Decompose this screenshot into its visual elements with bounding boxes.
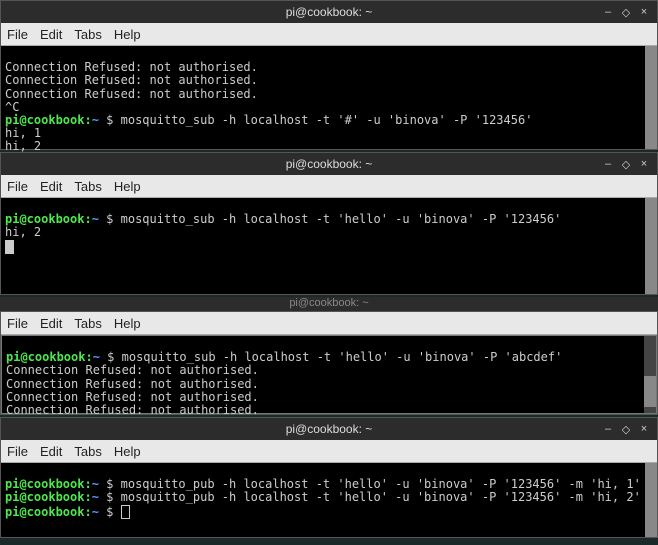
menu-tabs[interactable]: Tabs	[74, 444, 101, 459]
command: mosquitto_pub -h localhost -t 'hello' -u…	[121, 477, 641, 491]
command: mosquitto_pub -h localhost -t 'hello' -u…	[121, 490, 641, 504]
prompt-user: pi@cookbook:	[5, 113, 92, 127]
menu-help[interactable]: Help	[114, 27, 141, 42]
prompt-user: pi@cookbook:	[6, 350, 93, 364]
cursor	[121, 505, 130, 519]
menu-tabs[interactable]: Tabs	[74, 27, 101, 42]
prompt-path: ~	[92, 113, 99, 127]
prompt-path: ~	[92, 504, 99, 518]
menu-edit[interactable]: Edit	[40, 316, 62, 331]
cursor	[5, 240, 14, 254]
menu-tabs[interactable]: Tabs	[74, 316, 101, 331]
minimize-icon[interactable]: –	[601, 158, 615, 171]
menu-file[interactable]: File	[7, 316, 28, 331]
command: mosquitto_sub -h localhost -t 'hello' -u…	[122, 350, 563, 364]
terminal-output[interactable]: pi@cookbook:~ $ mosquitto_sub -h localho…	[1, 335, 657, 414]
prompt-dollar: $	[99, 113, 121, 127]
prompt-path: ~	[92, 212, 99, 226]
menu-edit[interactable]: Edit	[40, 27, 62, 42]
output-line: Connection Refused: not authorised.	[5, 60, 258, 74]
menu-file[interactable]: File	[7, 444, 28, 459]
prompt-dollar: $	[99, 212, 121, 226]
menu-edit[interactable]: Edit	[40, 179, 62, 194]
titlebar[interactable]: pi@cookbook: ~ – ◇ ×	[1, 153, 657, 175]
menubar: File Edit Tabs Help	[1, 175, 657, 198]
prompt-user: pi@cookbook:	[5, 490, 92, 504]
minimize-icon[interactable]: –	[601, 423, 615, 436]
command: mosquitto_sub -h localhost -t '#' -u 'bi…	[121, 113, 533, 127]
prompt-path: ~	[92, 477, 99, 491]
prompt-path: ~	[93, 350, 100, 364]
prompt-dollar: $	[99, 477, 121, 491]
titlebar[interactable]: pi@cookbook: ~ – ◇ ×	[1, 418, 657, 440]
output-line: Connection Refused: not authorised.	[6, 403, 259, 417]
output-line: Connection Refused: not authorised.	[5, 87, 258, 101]
menu-file[interactable]: File	[7, 27, 28, 42]
scrollbar[interactable]	[645, 463, 657, 537]
terminal-window-2: pi@cookbook: ~ – ◇ × File Edit Tabs Help…	[0, 152, 658, 295]
output-line: hi, 2	[5, 225, 41, 239]
terminal-output[interactable]: pi@cookbook:~ $ mosquitto_pub -h localho…	[1, 463, 657, 537]
terminal-output[interactable]: Connection Refused: not authorised. Conn…	[1, 46, 657, 149]
window-title: pi@cookbook: ~	[286, 5, 373, 19]
prompt-dollar: $	[100, 350, 122, 364]
maximize-icon[interactable]: ◇	[619, 423, 633, 436]
maximize-icon[interactable]: ◇	[619, 6, 633, 19]
prompt-user: pi@cookbook:	[5, 504, 92, 518]
close-icon[interactable]: ×	[637, 158, 651, 171]
maximize-icon[interactable]: ◇	[619, 158, 633, 171]
minimize-icon[interactable]: –	[601, 6, 615, 19]
terminal-window-4: pi@cookbook: ~ – ◇ × File Edit Tabs Help…	[0, 417, 658, 538]
close-icon[interactable]: ×	[637, 6, 651, 19]
output-line: Connection Refused: not authorised.	[5, 73, 258, 87]
menu-tabs[interactable]: Tabs	[74, 179, 101, 194]
prompt-user: pi@cookbook:	[5, 212, 92, 226]
menubar: File Edit Tabs Help	[1, 440, 657, 463]
menu-help[interactable]: Help	[114, 179, 141, 194]
menu-edit[interactable]: Edit	[40, 444, 62, 459]
prompt-path: ~	[92, 490, 99, 504]
partial-titlebar: pi@cookbook: ~	[0, 297, 658, 311]
output-line: Connection Refused: not authorised.	[6, 363, 259, 377]
close-icon[interactable]: ×	[637, 423, 651, 436]
menu-file[interactable]: File	[7, 179, 28, 194]
output-line: Connection Refused: not authorised.	[6, 390, 259, 404]
command: mosquitto_sub -h localhost -t 'hello' -u…	[121, 212, 562, 226]
prompt-user: pi@cookbook:	[5, 477, 92, 491]
terminal-window-1: pi@cookbook: ~ – ◇ × File Edit Tabs Help…	[0, 0, 658, 150]
scrollbar[interactable]	[645, 46, 657, 149]
prompt-dollar: $	[99, 504, 121, 518]
window-title: pi@cookbook: ~	[286, 157, 373, 171]
window-title: pi@cookbook: ~	[286, 422, 373, 436]
menu-help[interactable]: Help	[114, 316, 141, 331]
output-line: hi, 1	[5, 126, 41, 140]
scrollbar[interactable]	[645, 198, 657, 294]
prompt-dollar: $	[99, 490, 121, 504]
titlebar[interactable]: pi@cookbook: ~ – ◇ ×	[1, 1, 657, 23]
menu-help[interactable]: Help	[114, 444, 141, 459]
output-line: ^C	[5, 100, 19, 114]
terminal-window-3: File Edit Tabs Help pi@cookbook:~ $ mosq…	[0, 311, 658, 415]
terminal-output[interactable]: pi@cookbook:~ $ mosquitto_sub -h localho…	[1, 198, 657, 294]
output-line: Connection Refused: not authorised.	[6, 377, 259, 391]
menubar: File Edit Tabs Help	[1, 312, 657, 335]
menubar: File Edit Tabs Help	[1, 23, 657, 46]
scrollbar[interactable]	[644, 336, 656, 413]
